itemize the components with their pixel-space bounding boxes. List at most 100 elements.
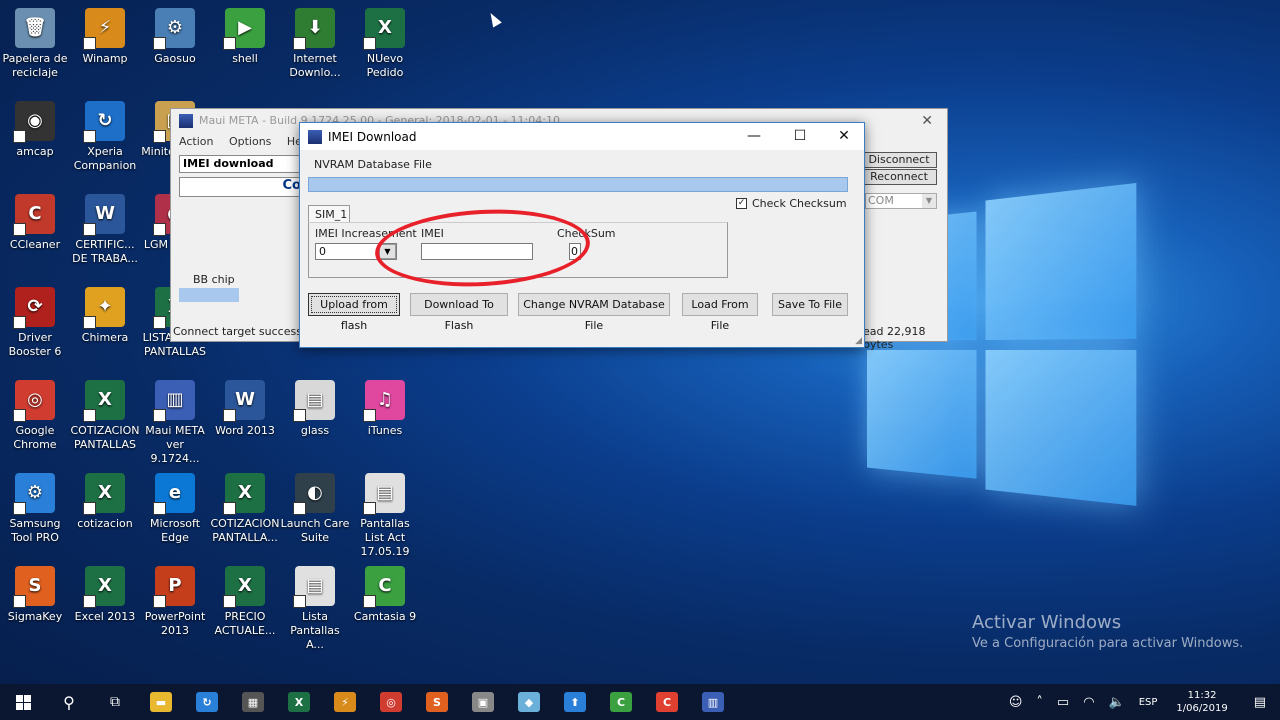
desktop-icon[interactable]: ⬇ Internet Downlo... (280, 8, 350, 80)
app-icon: W (83, 194, 125, 236)
desktop-icon[interactable]: ◎ Google Chrome (0, 380, 70, 452)
search-button[interactable]: ⚲ (46, 684, 92, 720)
com-port-combo[interactable]: COM ▼ (865, 193, 937, 209)
task-view-button[interactable]: ⧉ (92, 684, 138, 720)
desktop-icon[interactable]: C CCleaner (0, 194, 70, 252)
taskbar-app-camtasia[interactable]: C (598, 684, 644, 720)
app-icon: ⚡ (83, 8, 125, 50)
desktop-icon[interactable]: ◐ Launch Care Suite (280, 473, 350, 545)
taskbar-app-chrome[interactable]: ◎ (368, 684, 414, 720)
connect-text: Co (179, 177, 304, 197)
desktop-icon[interactable]: ⟳ Driver Booster 6 (0, 287, 70, 359)
maximize-icon[interactable]: ☐ (778, 123, 822, 150)
app-icon: ▶ (223, 8, 265, 50)
task-view-icon: ⧉ (110, 694, 120, 710)
maui-meta-icon: ▥ (702, 692, 724, 712)
close-icon[interactable]: ✕ (921, 113, 933, 129)
change-nvram-database-button[interactable]: Change NVRAM Database File (518, 293, 670, 332)
tab-sim-1[interactable]: SIM_1 (308, 205, 350, 223)
taskbar-app-tool[interactable]: ▣ (460, 684, 506, 720)
taskbar-app-sigmakey[interactable]: S (414, 684, 460, 720)
desktop-icon[interactable]: ▤ Pantallas List Act 17.05.19 (350, 473, 420, 559)
app-icon: ⟳ (13, 287, 55, 329)
menu-action[interactable]: Action (179, 135, 213, 148)
notifications-icon[interactable]: ▤ (1240, 695, 1280, 710)
upload-from-flash-button[interactable]: Upload from flash (308, 293, 400, 332)
desktop-icon-label: SigmaKey (7, 610, 63, 623)
taskbar-app-calculator[interactable]: ▦ (230, 684, 276, 720)
clock[interactable]: 11:32 1/06/2019 (1164, 689, 1239, 715)
desktop-icon[interactable]: ↻ Xperia Companion (70, 101, 140, 173)
operation-combo[interactable]: IMEI download (179, 155, 304, 173)
desktop-icon[interactable]: C Camtasia 9 (350, 566, 420, 624)
desktop-icon[interactable]: X NUevo Pedido (350, 8, 420, 80)
close-icon[interactable]: ✕ (822, 123, 866, 150)
desktop-icon-label: Google Chrome (13, 424, 57, 451)
chevron-down-icon[interactable]: ▼ (922, 194, 936, 208)
taskbar-app-installer[interactable]: ⬆ (552, 684, 598, 720)
volume-icon[interactable]: 🔈 (1102, 695, 1132, 710)
language-indicator[interactable]: ESP (1132, 697, 1165, 708)
activation-subtitle: Ve a Configuración para activar Windows. (972, 636, 1244, 651)
desktop-icon[interactable]: ▥ Maui META ver 9.1724... (140, 380, 210, 466)
download-to-flash-button[interactable]: Download To Flash (410, 293, 508, 332)
desktop-icon[interactable]: X COTIZACION PANTALLA... (210, 473, 280, 545)
desktop-icon[interactable]: ♫ iTunes (350, 380, 420, 438)
desktop-icon[interactable]: P PowerPoint 2013 (140, 566, 210, 638)
taskbar-app-file-explorer[interactable]: ▬ (138, 684, 184, 720)
load-from-file-button[interactable]: Load From File (682, 293, 758, 332)
check-checksum-checkbox[interactable]: ✓ Check Checksum (736, 197, 847, 210)
disconnect-button[interactable]: Disconnect (861, 152, 937, 168)
taskbar-app-maui-meta[interactable]: ▥ (690, 684, 736, 720)
nvram-path-field[interactable] (308, 177, 848, 192)
network-icon[interactable]: ◠ (1076, 695, 1101, 710)
desktop-icon-label: Microsoft Edge (149, 517, 201, 544)
desktop-icon-label: Word 2013 (215, 424, 275, 437)
save-to-file-button[interactable]: Save To File (772, 293, 848, 316)
desktop-icon[interactable]: Xcotizacion (70, 473, 140, 531)
taskbar-app-excel[interactable]: X (276, 684, 322, 720)
com-port-value: COM (868, 194, 894, 207)
checkbox-checked-icon[interactable]: ✓ (736, 198, 747, 209)
desktop-icon-label: Launch Care Suite (280, 517, 350, 544)
desktop-icon[interactable]: X PRECIO ACTUALE... (210, 566, 280, 638)
desktop-icon-label: PRECIO ACTUALE... (214, 610, 276, 637)
taskbar-app-glass[interactable]: ◆ (506, 684, 552, 720)
app-icon: S (13, 566, 55, 608)
desktop-icon[interactable]: ⚙ Samsung Tool PRO (0, 473, 70, 545)
reconnect-button[interactable]: Reconnect (861, 169, 937, 185)
xperia-icon: ↻ (196, 692, 218, 712)
desktop-icon[interactable]: W CERTIFIC... DE TRABA... (70, 194, 140, 266)
desktop-icon[interactable]: X Excel 2013 (70, 566, 140, 624)
desktop-icon[interactable]: ▤ glass (280, 380, 350, 438)
winamp-icon: ⚡ (334, 692, 356, 712)
desktop-icon[interactable]: X COTIZACION PANTALLAS (70, 380, 140, 452)
start-button[interactable] (0, 684, 46, 720)
minimize-icon[interactable]: — (732, 123, 776, 150)
desktop-icon[interactable]: 🗑 Papelera de reciclaje (0, 8, 70, 80)
desktop-icon-label: shell (232, 52, 258, 65)
desktop-icon[interactable]: ⚙ Gaosuo (140, 8, 210, 66)
desktop-icon-label: NUevo Pedido (366, 52, 404, 79)
menu-options[interactable]: Options (229, 135, 271, 148)
people-icon[interactable]: ☺ (1002, 695, 1030, 710)
desktop-icon-label: Xperia Companion (73, 145, 137, 172)
app-icon: ⚙ (153, 8, 195, 50)
desktop-icon[interactable]: ▤ Lista Pantallas A... (280, 566, 350, 652)
taskbar-app-camtasia-rec[interactable]: C (644, 684, 690, 720)
battery-icon[interactable]: ▭ (1050, 695, 1076, 710)
taskbar-app-xperia[interactable]: ↻ (184, 684, 230, 720)
glass-icon: ◆ (518, 692, 540, 712)
mouse-cursor-icon (486, 10, 502, 28)
chevron-up-icon[interactable]: ˄ (1029, 695, 1050, 710)
resize-grip-icon[interactable]: ◢ (855, 336, 862, 346)
desktop-icon[interactable]: ⚡ Winamp (70, 8, 140, 66)
desktop-icon[interactable]: S SigmaKey (0, 566, 70, 624)
desktop-icon[interactable]: W Word 2013 (210, 380, 280, 438)
desktop-icon[interactable]: e Microsoft Edge (140, 473, 210, 545)
taskbar-app-winamp[interactable]: ⚡ (322, 684, 368, 720)
desktop-icon[interactable]: ▶ shell (210, 8, 280, 66)
desktop-icon[interactable]: ◉ amcap (0, 101, 70, 159)
desktop-icon[interactable]: ✦ Chimera (70, 287, 140, 345)
app-icon: X (363, 8, 405, 50)
